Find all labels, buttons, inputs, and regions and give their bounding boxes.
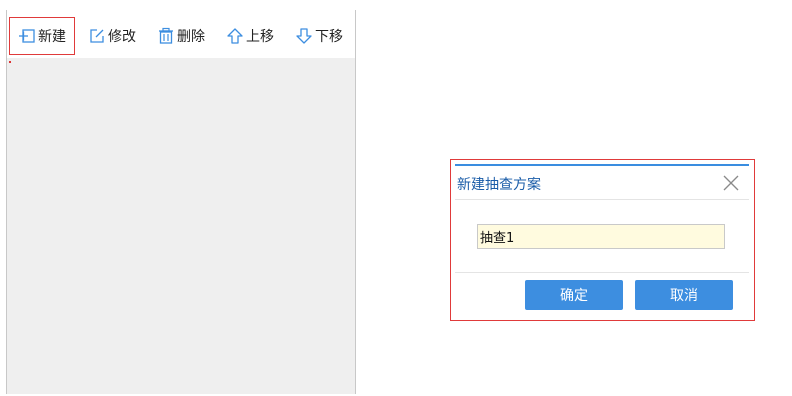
edit-button[interactable]: 修改 — [88, 19, 136, 53]
cancel-button[interactable]: 取消 — [635, 280, 733, 310]
trash-icon — [157, 27, 175, 45]
move-down-button[interactable]: 下移 — [295, 19, 343, 53]
scheme-name-input[interactable] — [477, 224, 725, 249]
dialog-title: 新建抽查方案 — [457, 177, 541, 193]
scheme-list[interactable] — [7, 58, 355, 394]
toolbar: 新建 修改 删除 上移 下移 — [7, 10, 355, 58]
scheme-list-panel: 新建 修改 删除 上移 下移 — [6, 10, 356, 394]
dialog-footer-divider — [455, 272, 749, 273]
close-icon[interactable] — [723, 175, 739, 191]
delete-button[interactable]: 删除 — [157, 19, 205, 53]
new-button-label: 新建 — [38, 29, 66, 45]
ok-button[interactable]: 确定 — [525, 280, 623, 310]
dialog-header: 新建抽查方案 — [455, 166, 749, 200]
move-up-button-label: 上移 — [246, 29, 274, 45]
arrow-down-icon — [295, 27, 313, 45]
add-list-icon — [18, 27, 36, 45]
new-scheme-dialog: 新建抽查方案 确定 取消 — [455, 164, 749, 315]
dialog-highlight: 新建抽查方案 确定 取消 — [450, 159, 755, 321]
edit-icon — [88, 27, 106, 45]
delete-button-label: 删除 — [177, 29, 205, 45]
list-marker — [9, 61, 11, 63]
move-up-button[interactable]: 上移 — [226, 19, 274, 53]
move-down-button-label: 下移 — [315, 29, 343, 45]
edit-button-label: 修改 — [108, 29, 136, 45]
new-button[interactable]: 新建 — [9, 17, 75, 55]
arrow-up-icon — [226, 27, 244, 45]
